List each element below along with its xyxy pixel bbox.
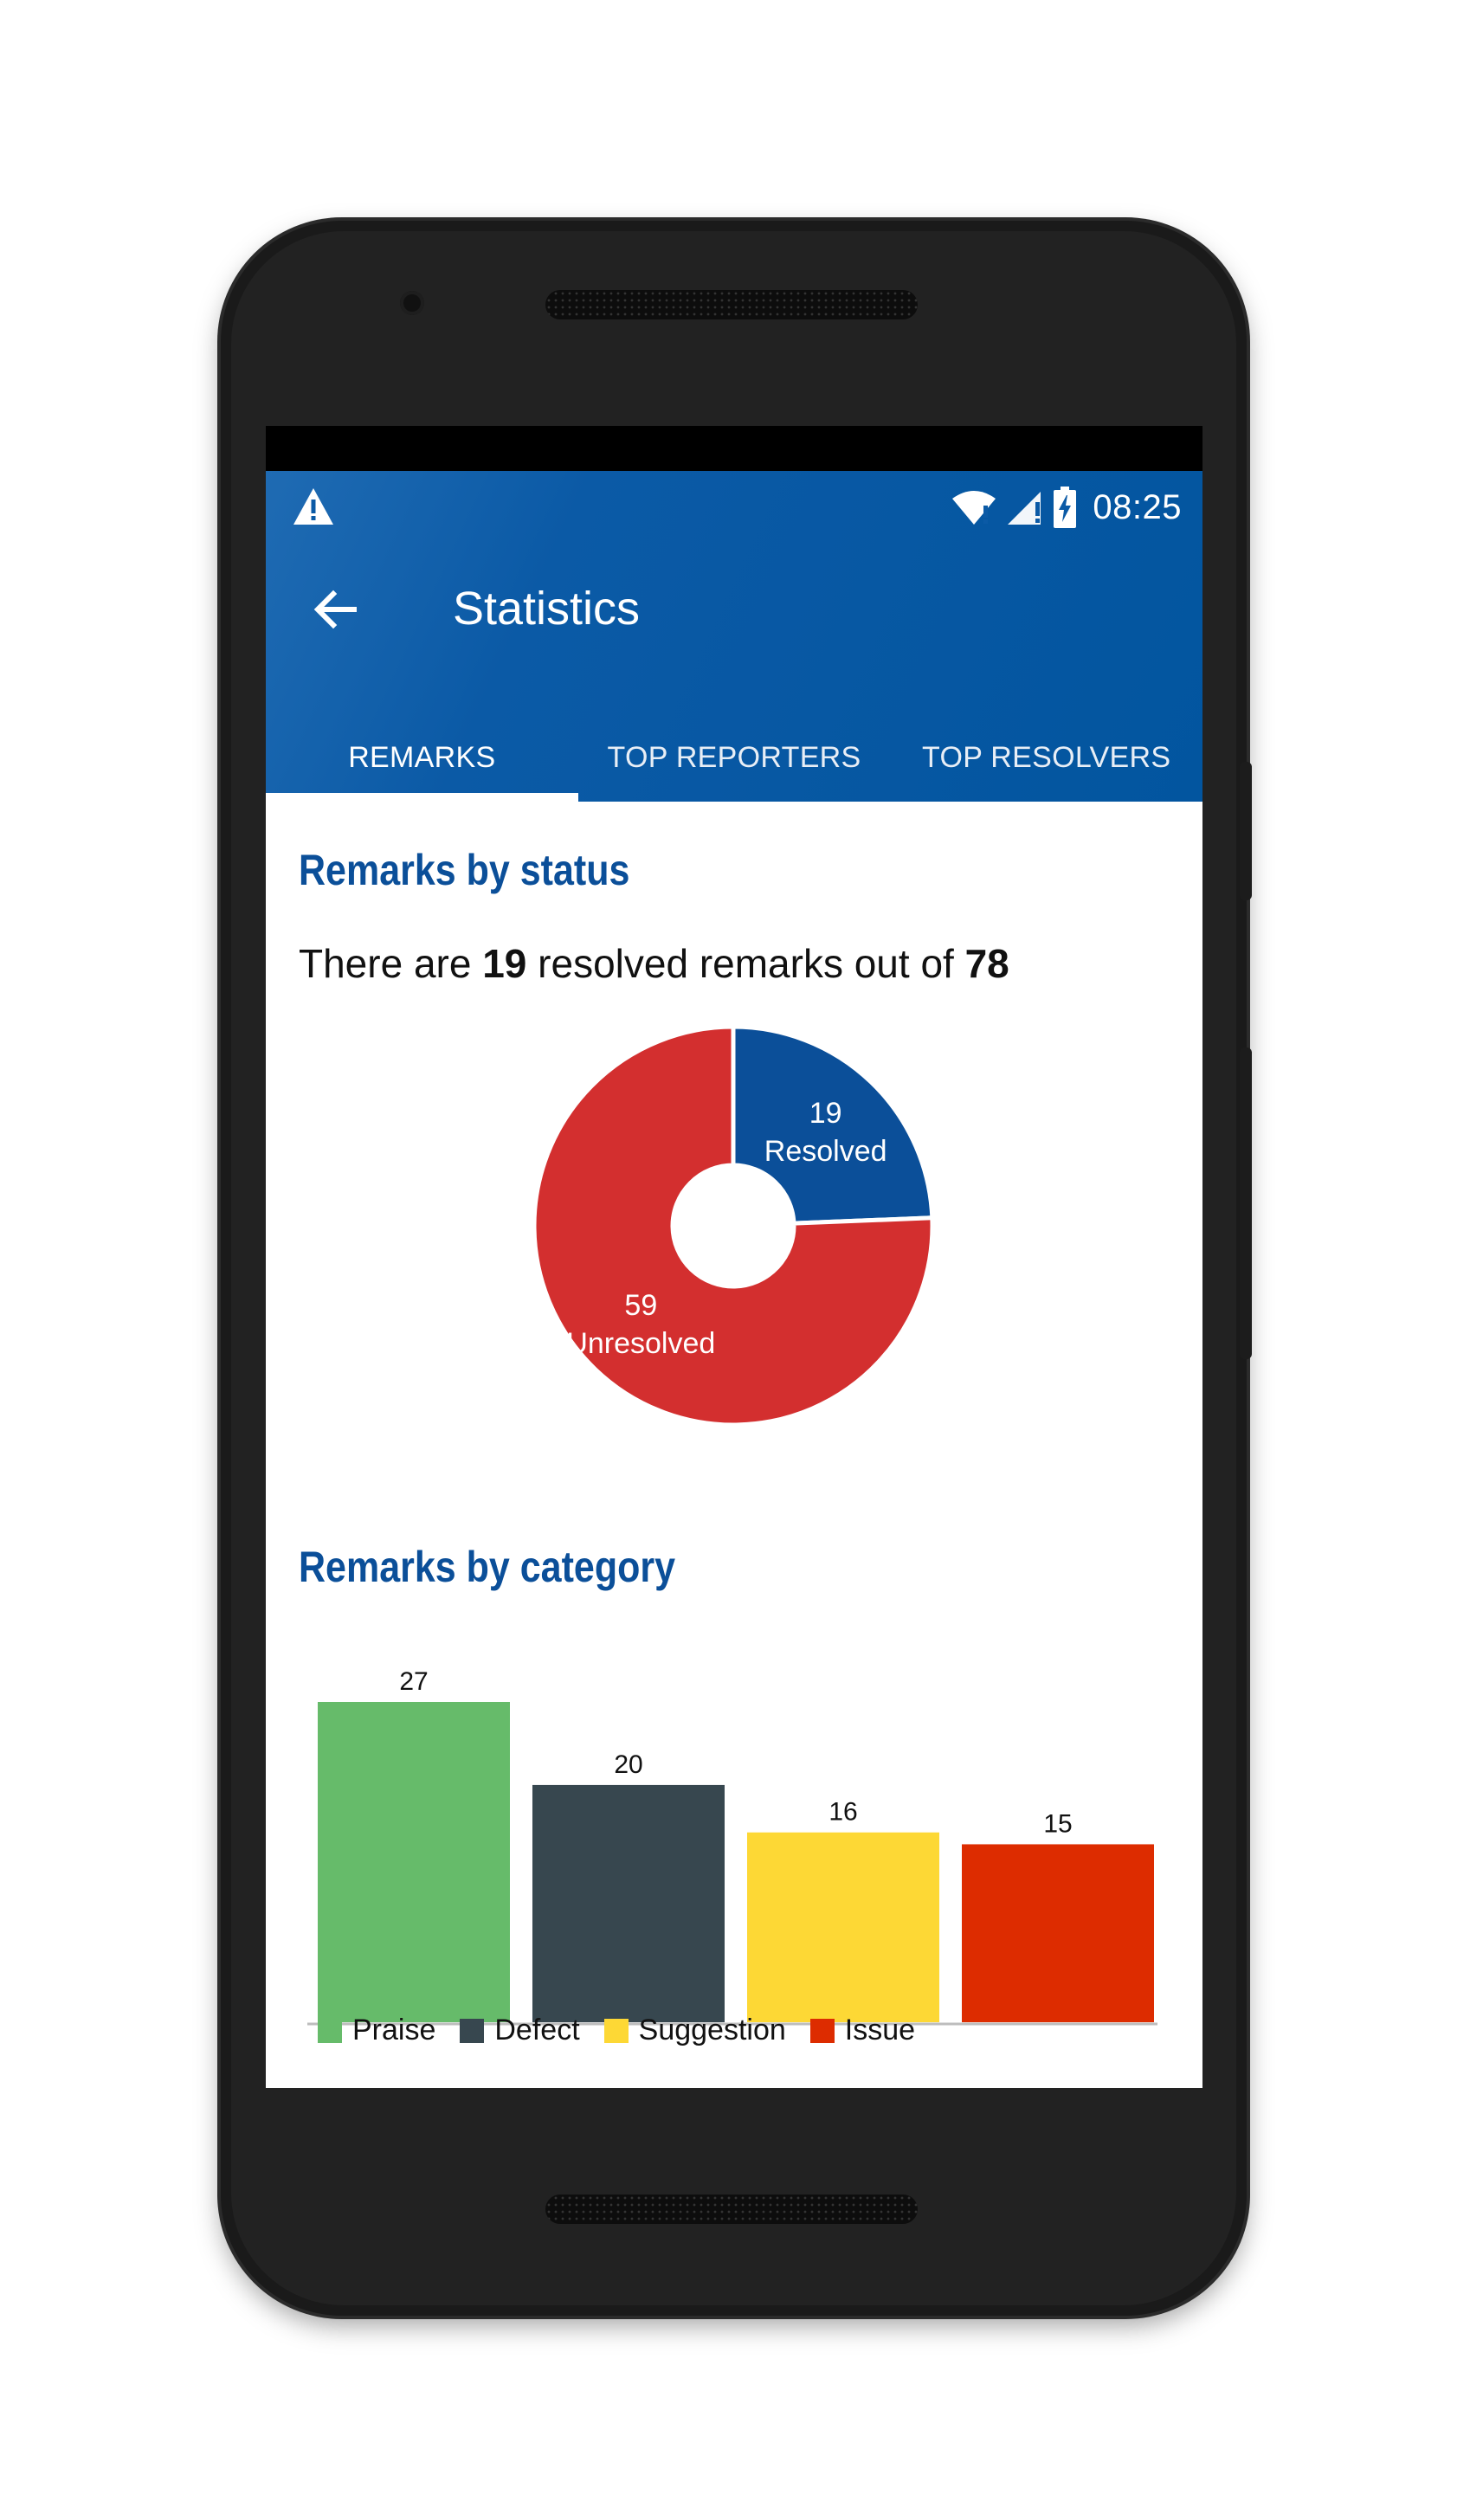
page-title: Statistics <box>453 583 641 635</box>
tab-active-indicator <box>266 793 578 802</box>
tab-top-reporters[interactable]: TOP REPORTERS <box>578 713 891 802</box>
screen: 08:25 Statistics REMARKS TOP REPORTERS T… <box>266 426 1202 2088</box>
tab-top-resolvers[interactable]: TOP RESOLVERS <box>890 713 1202 802</box>
legend-item-praise: Praise <box>318 2014 435 2047</box>
legend-label: Issue <box>844 2014 916 2046</box>
status-icons: 08:25 <box>951 483 1182 532</box>
power-button <box>1240 762 1252 900</box>
tab-remarks-label: REMARKS <box>348 740 496 774</box>
bar-value-label: 27 <box>399 1667 428 1696</box>
legend-item-issue: Issue <box>809 2014 916 2047</box>
wifi-icon <box>951 488 997 526</box>
category-legend: Praise Defect Suggestion Issue <box>318 2014 927 2047</box>
warning-icon <box>292 487 335 526</box>
donut-value-label: 19 <box>809 1097 842 1130</box>
battery-icon <box>1053 487 1077 528</box>
bar-suggestion <box>747 1832 939 2022</box>
status-clock: 08:25 <box>1093 487 1182 526</box>
screen-top-strip <box>266 426 1202 471</box>
legend-swatch <box>809 2018 835 2043</box>
bar-issue <box>962 1844 1154 2022</box>
tab-top-reporters-label: TOP REPORTERS <box>607 740 861 774</box>
signal-icon <box>1006 488 1044 526</box>
app-bar: 08:25 Statistics REMARKS TOP REPORTERS T… <box>266 471 1202 802</box>
back-arrow-icon[interactable] <box>300 575 370 644</box>
summary-prefix: There are <box>299 941 483 986</box>
volume-button <box>1240 1047 1252 1359</box>
legend-label: Praise <box>352 2014 436 2046</box>
legend-label: Defect <box>494 2014 580 2046</box>
donut-category-label: Resolved <box>764 1135 887 1168</box>
statistics-content: Remarks by status There are 19 resolved … <box>266 802 1202 2088</box>
legend-swatch <box>603 2018 629 2043</box>
toolbar: Statistics <box>266 557 1202 661</box>
bar-value-label: 15 <box>1043 1809 1072 1838</box>
category-section-heading: Remarks by category <box>299 1543 675 1591</box>
resolved-count: 19 <box>482 941 527 986</box>
tab-bar: REMARKS TOP REPORTERS TOP RESOLVERS <box>266 713 1202 802</box>
bottom-speaker <box>545 2195 918 2224</box>
legend-swatch <box>460 2018 485 2043</box>
top-speaker <box>545 290 918 319</box>
bar-value-label: 20 <box>614 1750 642 1779</box>
donut-value-label: 59 <box>624 1289 657 1322</box>
tab-top-resolvers-label: TOP RESOLVERS <box>922 740 1171 774</box>
status-summary: There are 19 resolved remarks out of 78 <box>299 940 1009 987</box>
bar-defect <box>532 1784 725 2022</box>
donut-category-label: Unresolved <box>566 1327 715 1360</box>
status-bar: 08:25 <box>266 471 1202 545</box>
status-donut-chart: 19 Resolved 59 Unresolved <box>532 1024 935 1428</box>
legend-item-defect: Defect <box>460 2014 580 2047</box>
bar-praise <box>318 1702 510 2022</box>
bar-value-label: 16 <box>828 1798 857 1827</box>
front-camera <box>400 291 424 315</box>
summary-middle: resolved remarks out of <box>526 941 965 986</box>
legend-swatch <box>318 2018 342 2043</box>
legend-label: Suggestion <box>638 2014 786 2046</box>
legend-item-suggestion: Suggestion <box>603 2014 786 2047</box>
tab-remarks[interactable]: REMARKS <box>266 713 578 802</box>
total-count: 78 <box>964 941 1009 986</box>
status-section-heading: Remarks by status <box>299 846 630 894</box>
